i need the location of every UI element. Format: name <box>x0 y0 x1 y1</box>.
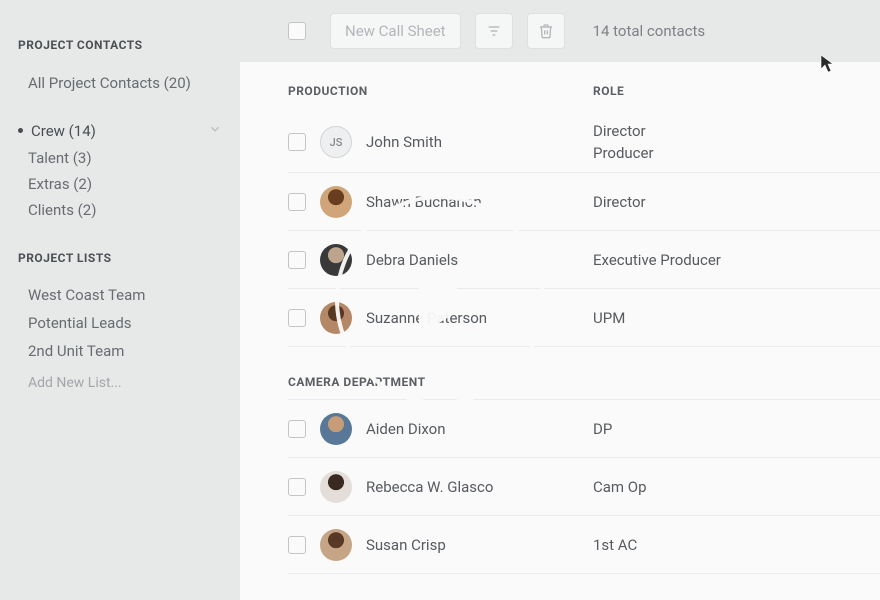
play-icon <box>419 264 475 336</box>
table-row[interactable]: JS John Smith DirectorProducer <box>288 112 880 173</box>
sidebar-item-crew[interactable]: Crew (14) <box>18 116 222 145</box>
avatar <box>320 471 352 503</box>
filter-icon <box>486 23 502 39</box>
contact-roles: 1st AC <box>593 536 880 554</box>
contact-name: Aiden Dixon <box>366 420 445 438</box>
chevron-down-icon <box>208 121 222 140</box>
row-checkbox[interactable] <box>288 536 306 554</box>
delete-button[interactable] <box>527 13 565 49</box>
add-new-list[interactable]: Add New List... <box>18 365 222 391</box>
table-row[interactable]: Aiden Dixon DP <box>288 400 880 458</box>
avatar <box>320 413 352 445</box>
bullet-icon <box>18 128 23 133</box>
filter-button[interactable] <box>475 13 513 49</box>
contact-roles: DP <box>593 420 880 438</box>
contact-name: Rebecca W. Glasco <box>366 478 493 496</box>
trash-icon <box>538 23 554 39</box>
sidebar: PROJECT CONTACTS All Project Contacts (2… <box>0 0 240 600</box>
sidebar-heading-lists: PROJECT LISTS <box>18 251 222 265</box>
table-row[interactable]: Susan Crisp 1st AC <box>288 516 880 574</box>
play-button-overlay[interactable] <box>335 195 545 405</box>
new-call-sheet-button[interactable]: New Call Sheet <box>330 13 461 49</box>
total-contacts-label: 14 total contacts <box>593 22 706 40</box>
contact-roles: DirectorProducer <box>593 122 880 162</box>
contact-roles: Executive Producer <box>593 251 880 269</box>
avatar: JS <box>320 126 352 158</box>
contact-name: John Smith <box>366 133 442 151</box>
contact-roles: Director <box>593 193 880 211</box>
sidebar-list-item[interactable]: West Coast Team <box>18 281 222 309</box>
sidebar-item-all-contacts[interactable]: All Project Contacts (20) <box>18 68 222 98</box>
row-checkbox[interactable] <box>288 309 306 327</box>
table-row[interactable]: Rebecca W. Glasco Cam Op <box>288 458 880 516</box>
sidebar-sub-item[interactable]: Extras (2) <box>18 171 222 197</box>
table-header: PRODUCTION ROLE <box>288 62 880 112</box>
col-header-role: ROLE <box>593 84 880 98</box>
sidebar-sub-item[interactable]: Clients (2) <box>18 197 222 223</box>
row-checkbox[interactable] <box>288 133 306 151</box>
row-checkbox[interactable] <box>288 478 306 496</box>
row-checkbox[interactable] <box>288 251 306 269</box>
contact-roles: UPM <box>593 309 880 327</box>
contact-roles: Cam Op <box>593 478 880 496</box>
col-header-name: PRODUCTION <box>288 84 593 98</box>
row-checkbox[interactable] <box>288 193 306 211</box>
sidebar-list-item[interactable]: 2nd Unit Team <box>18 337 222 365</box>
select-all-checkbox[interactable] <box>288 22 306 40</box>
row-checkbox[interactable] <box>288 420 306 438</box>
sidebar-heading-contacts: PROJECT CONTACTS <box>18 38 222 52</box>
avatar <box>320 529 352 561</box>
sidebar-sub-item[interactable]: Talent (3) <box>18 145 222 171</box>
sidebar-list-item[interactable]: Potential Leads <box>18 309 222 337</box>
crew-label: Crew (14) <box>31 122 96 140</box>
cursor-icon <box>820 54 836 78</box>
avatar <box>320 186 352 218</box>
contacts-table: PRODUCTION ROLE JS John Smith DirectorProd… <box>240 62 880 600</box>
toolbar: New Call Sheet 14 total contacts <box>240 0 880 62</box>
contact-name: Susan Crisp <box>366 536 446 554</box>
